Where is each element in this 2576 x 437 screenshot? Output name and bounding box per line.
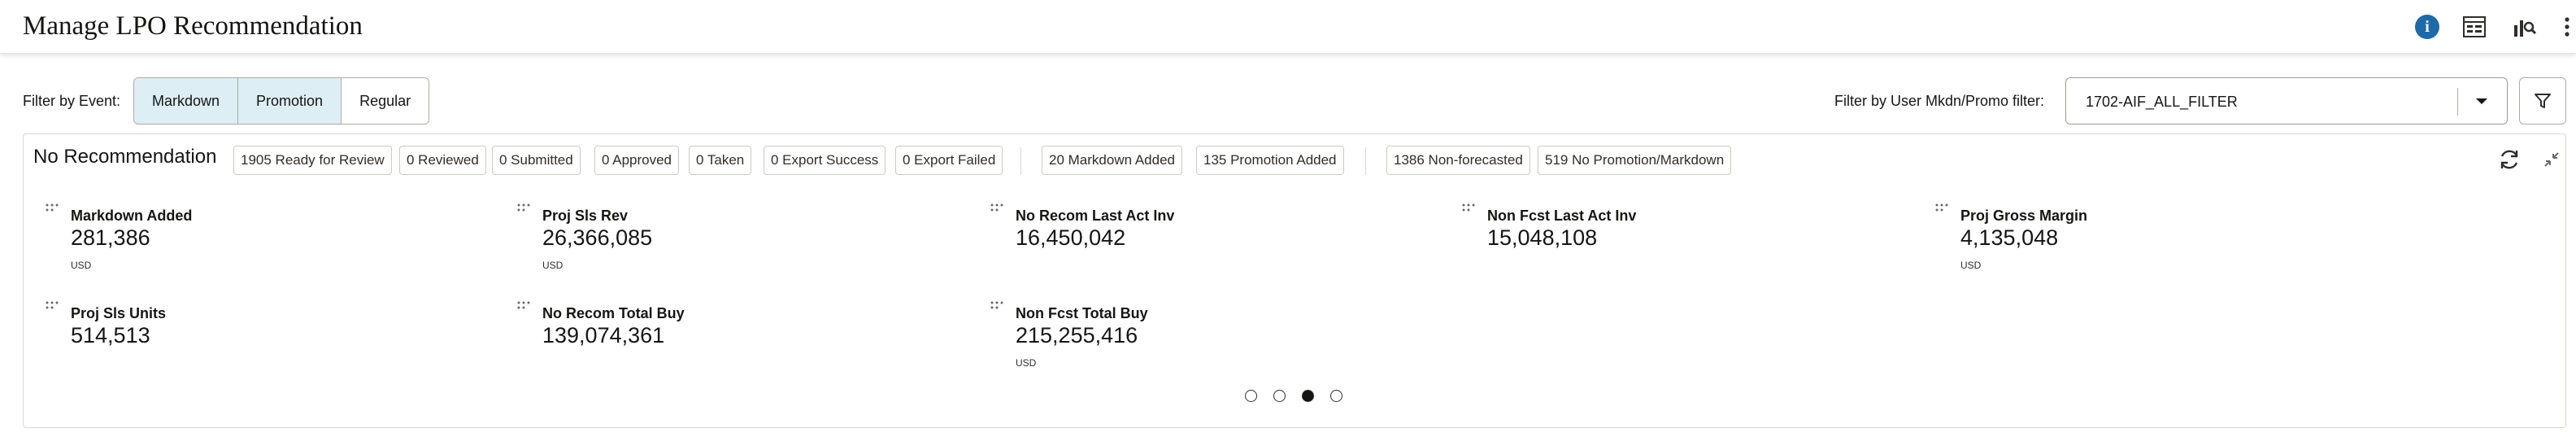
status-chip-ready[interactable]: 1905 Ready for Review (233, 146, 392, 175)
carousel-pagination (1245, 390, 1342, 402)
page-dot-3[interactable] (1302, 390, 1314, 402)
status-chip-reviewed[interactable]: 0 Reviewed (399, 146, 486, 175)
status-chip-approved[interactable]: 0 Approved (594, 146, 680, 175)
drag-handle-icon[interactable] (45, 203, 59, 214)
status-chip-no-promotion-markdown[interactable]: 519 No Promotion/Markdown (1538, 146, 1732, 175)
metric-value: 26,366,085 (542, 225, 653, 250)
metric-unit: USD (1016, 357, 1037, 369)
status-chip-export-failed[interactable]: 0 Export Failed (895, 146, 1003, 175)
metric-value: 281,386 (71, 225, 150, 250)
metric-value: 15,048,108 (1487, 225, 1598, 250)
panel-title: No Recommendation (33, 146, 217, 168)
event-markdown-button[interactable]: Markdown (134, 78, 239, 124)
chart-search-icon[interactable] (2511, 13, 2539, 41)
chevron-down-icon[interactable] (2473, 93, 2491, 111)
user-filter-label: Filter by User Mkdn/Promo filter: (1834, 93, 2045, 109)
metric-label: Non Fcst Last Act Inv (1487, 208, 1637, 224)
no-recommendation-panel: No Recommendation 1905 Ready for Review … (23, 133, 2566, 428)
metric-value: 215,255,416 (1016, 323, 1138, 347)
metric-label: No Recom Last Act Inv (1016, 208, 1175, 224)
event-filter-group: Markdown Promotion Regular (133, 77, 430, 125)
metric-value: 4,135,048 (1960, 225, 2059, 250)
chip-divider (1020, 147, 1021, 175)
page-dot-2[interactable] (1273, 390, 1286, 402)
status-chip-markdown-added[interactable]: 20 Markdown Added (1042, 146, 1182, 175)
metric-label: Proj Gross Margin (1960, 208, 2088, 224)
status-chip-taken[interactable]: 0 Taken (689, 146, 752, 175)
refresh-icon[interactable] (2496, 146, 2523, 173)
drag-handle-icon[interactable] (990, 203, 1004, 214)
filter-button[interactable] (2519, 77, 2566, 125)
event-filter-label: Filter by Event: (23, 93, 121, 109)
metric-value: 16,450,042 (1016, 225, 1126, 250)
event-promotion-button[interactable]: Promotion (238, 78, 342, 124)
status-chip-export-success[interactable]: 0 Export Success (764, 146, 886, 175)
metric-unit: USD (542, 260, 564, 271)
page-dot-1[interactable] (1245, 390, 1257, 402)
metric-value: 514,513 (71, 323, 150, 347)
page-title: Manage LPO Recommendation (23, 11, 363, 41)
metric-label: Proj Sls Rev (542, 208, 629, 224)
drag-handle-icon[interactable] (1461, 203, 1476, 214)
drag-handle-icon[interactable] (45, 300, 59, 312)
status-chip-non-forecasted[interactable]: 1386 Non-forecasted (1386, 146, 1530, 175)
metric-unit: USD (71, 260, 92, 271)
info-icon[interactable]: i (2413, 13, 2441, 41)
metric-label: Proj Sls Units (71, 305, 167, 321)
table-view-icon[interactable] (2461, 13, 2488, 41)
collapse-icon[interactable] (2538, 146, 2565, 173)
status-chip-submitted[interactable]: 0 Submitted (492, 146, 581, 175)
page-dot-4[interactable] (1330, 390, 1342, 402)
chip-divider (1365, 147, 1366, 175)
drag-handle-icon[interactable] (516, 203, 531, 214)
metric-label: Non Fcst Total Buy (1016, 305, 1148, 321)
funnel-icon (2535, 94, 2551, 108)
metric-label: No Recom Total Buy (542, 305, 685, 321)
drag-handle-icon[interactable] (1934, 203, 1949, 214)
user-filter-value: 1702-AIF_ALL_FILTER (2086, 94, 2238, 110)
metric-label: Markdown Added (71, 208, 193, 224)
drag-handle-icon[interactable] (990, 300, 1004, 312)
page-header: Manage LPO Recommendation i (0, 0, 2576, 54)
select-divider (2457, 88, 2458, 116)
metric-value: 139,074,361 (542, 323, 665, 347)
metric-unit: USD (1960, 260, 1982, 271)
status-chip-promotion-added[interactable]: 135 Promotion Added (1196, 146, 1344, 175)
user-filter-select[interactable]: 1702-AIF_ALL_FILTER (2065, 77, 2508, 125)
drag-handle-icon[interactable] (516, 300, 531, 312)
event-regular-button[interactable]: Regular (342, 78, 429, 124)
more-icon[interactable] (2558, 13, 2576, 41)
